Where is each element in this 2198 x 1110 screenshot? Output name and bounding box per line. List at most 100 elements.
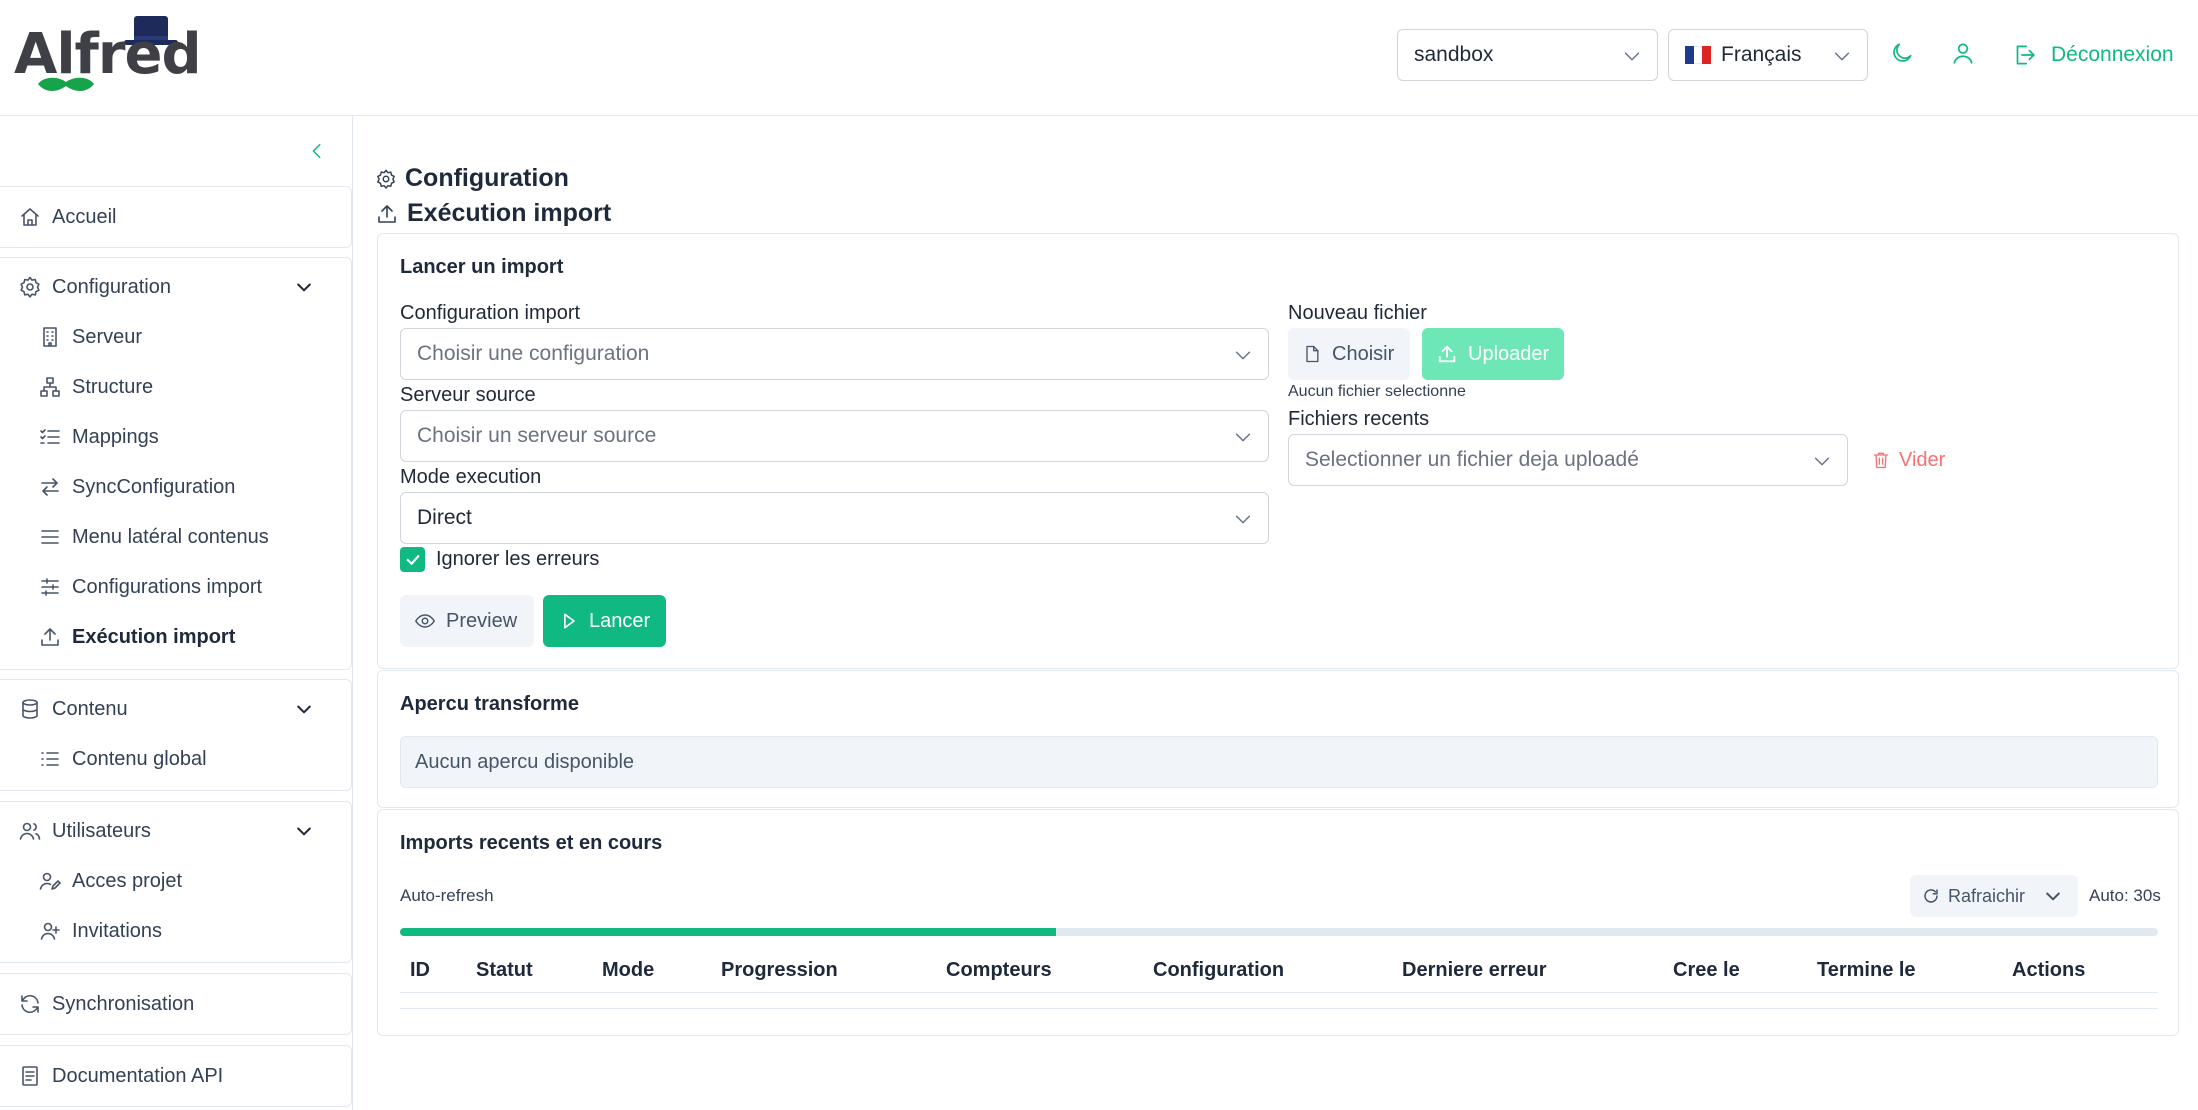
chevron-down-icon: [294, 821, 314, 841]
ignore-errors-checkbox[interactable]: [400, 547, 425, 572]
sidebar-item-synchronisation[interactable]: Synchronisation: [0, 979, 340, 1029]
table-empty-row: [400, 993, 2158, 1009]
database-icon: [18, 697, 42, 721]
column-header-configuration: Configuration: [1153, 959, 1285, 981]
chevron-down-icon: [1232, 344, 1254, 366]
dark-mode-toggle[interactable]: [1889, 40, 1917, 68]
auto-interval-text: Auto: 30s: [2089, 886, 2161, 905]
sidebar-item-label: Contenu global: [72, 747, 207, 770]
recent-files-placeholder: Selectionner un fichier deja uploadé: [1305, 448, 1639, 471]
sidebar-item-configurations-import[interactable]: Configurations import: [0, 562, 340, 612]
sidebar-item-invitations[interactable]: Invitations: [0, 906, 340, 956]
check-icon: [406, 554, 419, 565]
refresh-progress-fill: [400, 928, 1056, 936]
mode-execution-select[interactable]: Direct: [400, 492, 1269, 544]
trash-icon: [1871, 450, 1891, 470]
preview-button[interactable]: Preview: [400, 595, 534, 647]
sidebar-item-label: Acces projet: [72, 869, 183, 892]
chevron-down-icon: [294, 277, 314, 297]
sidebar-item-documentation-api[interactable]: Documentation API: [0, 1051, 340, 1101]
sidebar-item-label: Synchronisation: [52, 992, 195, 1015]
sidebar-item-structure[interactable]: Structure: [0, 362, 340, 412]
no-file-text: Aucun fichier selectionne: [1288, 383, 1466, 400]
gear-icon: [18, 275, 42, 299]
recent-files-select[interactable]: Selectionner un fichier deja uploadé: [1288, 434, 1848, 486]
eye-icon: [414, 610, 436, 632]
preview-empty-text: Aucun apercu disponible: [415, 750, 635, 773]
sidebar-group-configuration-header[interactable]: Configuration: [0, 262, 340, 312]
sidebar-item-label: Structure: [72, 375, 154, 398]
column-header-cree-le: Cree le: [1673, 959, 1740, 981]
ignore-errors-label: Ignorer les erreurs: [436, 548, 600, 570]
alfred-logo[interactable]: Alfred: [14, 14, 214, 94]
launch-button-label: Lancer: [589, 609, 651, 632]
users-icon: [18, 819, 42, 843]
user-pen-icon: [38, 869, 62, 893]
flag-fr-icon: [1685, 46, 1712, 64]
chevron-down-icon: [294, 699, 314, 719]
sidebar-item-acces-projet[interactable]: Acces projet: [0, 856, 340, 906]
sidebar-item-menu-lateral[interactable]: Menu latéral contenus: [0, 512, 340, 562]
sidebar-item-label: Serveur: [72, 325, 143, 348]
chevron-down-icon: [1621, 45, 1643, 67]
sidebar-group-configuration: Configuration Serveur Structure Mappings…: [0, 257, 352, 670]
upload-icon: [38, 625, 62, 649]
sidebar-collapse-button[interactable]: [306, 140, 330, 164]
panel-title: Apercu transforme: [400, 693, 579, 715]
sidebar-item-execution-import[interactable]: Exécution import: [0, 612, 340, 662]
user-icon: [1953, 43, 1973, 64]
chevron-down-icon: [1232, 426, 1254, 448]
refresh-icon: [18, 992, 42, 1016]
column-header-statut: Statut: [476, 959, 533, 981]
sidebar-item-label: Invitations: [72, 919, 163, 942]
menu-icon: [38, 525, 62, 549]
launch-button[interactable]: Lancer: [543, 595, 666, 647]
sidebar-group-utilisateurs: Utilisateurs Acces projet Invitations: [0, 801, 352, 963]
sidebar-item-serveur[interactable]: Serveur: [0, 312, 340, 362]
chevron-down-icon: [1232, 508, 1254, 530]
preview-empty-box: Aucun apercu disponible: [400, 736, 2158, 788]
sidebar-group-contenu: Contenu Contenu global: [0, 679, 352, 791]
sidebar-item-label: Configurations import: [72, 575, 263, 598]
server-source-select[interactable]: Choisir un serveur source: [400, 410, 1269, 462]
config-import-select[interactable]: Choisir une configuration: [400, 328, 1269, 380]
project-select[interactable]: sandbox: [1397, 29, 1658, 81]
imports-panel: Imports recents et en cours Auto-refresh…: [377, 809, 2179, 1036]
sidebar-group-sync: Synchronisation: [0, 973, 352, 1035]
chevron-left-icon: [312, 143, 321, 159]
clear-button[interactable]: Vider: [1871, 434, 1961, 486]
mode-execution-label: Mode execution: [400, 466, 542, 488]
profile-button[interactable]: [1950, 40, 1978, 68]
column-header-actions: Actions: [2012, 959, 2086, 981]
sidebar-item-contenu-global[interactable]: Contenu global: [0, 734, 340, 784]
chevron-down-icon[interactable]: [2043, 886, 2063, 906]
breadcrumb-parent[interactable]: Configuration: [405, 164, 569, 193]
imports-table: ID Statut Mode Progression Compteurs Con…: [400, 943, 2158, 1009]
chevron-down-icon: [1811, 450, 1833, 472]
server-source-label: Serveur source: [400, 384, 536, 406]
sidebar-item-accueil[interactable]: Accueil: [0, 192, 340, 242]
launch-import-panel: Lancer un import Configuration import Ch…: [377, 233, 2179, 669]
upload-button[interactable]: Uploader: [1422, 328, 1564, 380]
building-icon: [38, 325, 62, 349]
sidebar-group-home: Accueil: [0, 186, 352, 248]
list-checks-icon: [38, 425, 62, 449]
sidebar-item-mappings[interactable]: Mappings: [0, 412, 340, 462]
column-header-id: ID: [410, 959, 430, 981]
sidebar-group-utilisateurs-header[interactable]: Utilisateurs: [0, 806, 340, 856]
sidebar-item-syncconfiguration[interactable]: SyncConfiguration: [0, 462, 340, 512]
preview-panel: Apercu transforme Aucun apercu disponibl…: [377, 670, 2179, 808]
mode-execution-value: Direct: [417, 506, 472, 529]
config-import-placeholder: Choisir une configuration: [417, 342, 650, 365]
play-icon: [559, 611, 579, 631]
logout-label: Déconnexion: [2051, 43, 2174, 66]
refresh-button[interactable]: Rafraichir: [1910, 875, 2078, 917]
sidebar-group-contenu-header[interactable]: Contenu: [0, 684, 340, 734]
column-header-mode: Mode: [602, 959, 655, 981]
language-select[interactable]: Français: [1668, 29, 1868, 81]
choose-file-label: Choisir: [1332, 342, 1395, 365]
sidebar-item-label: Documentation API: [52, 1064, 224, 1087]
choose-file-button[interactable]: Choisir: [1288, 328, 1410, 380]
logout-button[interactable]: Déconnexion: [2011, 40, 2174, 70]
sidebar-item-label: SyncConfiguration: [72, 475, 236, 498]
